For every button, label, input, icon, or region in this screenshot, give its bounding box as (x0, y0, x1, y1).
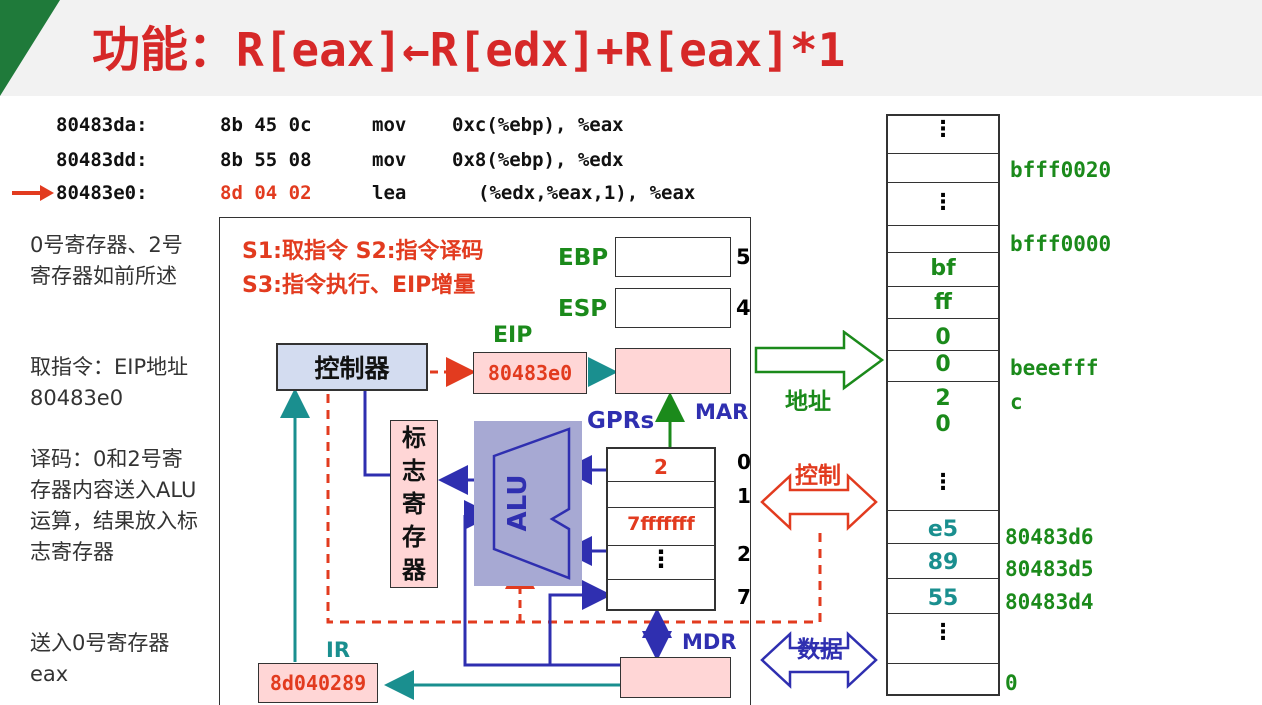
mem-addr-bfff0000: bfff0000 (1010, 232, 1112, 256)
ebp-number: 5 (736, 245, 751, 269)
gpr-r2-value: 7fffffff (627, 513, 695, 535)
flags-char-1: 标 (402, 423, 426, 452)
gprs-label: GPRs (587, 408, 655, 434)
ebp-register (615, 237, 731, 277)
mem-addr-80483d4: 80483d4 (1005, 590, 1094, 614)
eip-register: 80483e0 (473, 352, 587, 394)
memory-cell-divider (886, 153, 1000, 154)
memory-cell-divider (886, 350, 1000, 351)
mem-cell-dots-1: ⋮ (932, 117, 954, 142)
mem-addr-bfff0020: bfff0020 (1010, 158, 1112, 182)
mem-addr-c: c (1010, 390, 1023, 414)
esp-number: 4 (736, 296, 751, 320)
mem-cell-55: 55 (927, 586, 959, 611)
memory-cell-divider (886, 318, 1000, 319)
gpr-num-0: 0 (737, 450, 751, 474)
mar-label: MAR (695, 400, 749, 424)
flags-char-4: 存 (402, 522, 426, 551)
mdr-register (620, 657, 731, 698)
memory-cell-divider (886, 381, 1000, 382)
flags-register: 标 志 寄 存 器 (390, 420, 438, 588)
controller-unit: 控制器 (276, 343, 428, 391)
gpr-dots: ⋮ (649, 545, 673, 573)
mem-cell-e5: e5 (927, 517, 959, 542)
alu-label: ALU (503, 474, 533, 532)
address-bus-label: 地址 (785, 389, 831, 415)
flags-char-3: 寄 (402, 489, 426, 518)
data-bus-label: 数据 (797, 637, 843, 663)
memory-cell-divider (886, 578, 1000, 579)
mem-cell-89: 89 (927, 550, 959, 575)
mem-addr-80483d6: 80483d6 (1005, 525, 1094, 549)
gpr-divider-1 (606, 481, 716, 482)
stages-line-2: S3:指令执行、EIP增量 (242, 273, 476, 298)
esp-label: ESP (558, 296, 608, 322)
mem-cell-dots-4: ⋮ (932, 620, 954, 645)
mem-cell-0a: 0 (935, 325, 951, 350)
memory-cell-divider (886, 225, 1000, 226)
mdr-label: MDR (682, 630, 737, 654)
mem-addr-80483d5: 80483d5 (1005, 557, 1094, 581)
gpr-num-7: 7 (737, 585, 751, 609)
gpr-divider-4 (606, 579, 716, 580)
gpr-divider-2 (606, 507, 716, 508)
mem-cell-bf: bf (930, 256, 956, 281)
memory-cell-divider (886, 182, 1000, 183)
ir-register: 8d040289 (258, 663, 378, 703)
mem-cell-0b: 0 (935, 352, 951, 377)
esp-register (615, 288, 731, 328)
eip-label: EIP (493, 323, 533, 348)
gpr-r0-value: 2 (654, 455, 668, 479)
memory-cell-divider (886, 510, 1000, 511)
ir-label: IR (326, 638, 350, 662)
memory-cell-divider (886, 252, 1000, 253)
mem-cell-0c: 0 (935, 412, 951, 437)
mem-cell-2: 2 (935, 386, 951, 411)
control-bus-label: 控制 (795, 463, 841, 489)
mem-addr-0: 0 (1005, 671, 1018, 695)
mem-cell-ff: ff (934, 290, 952, 315)
memory-cell-divider (886, 663, 1000, 664)
flags-char-5: 器 (402, 555, 426, 584)
gpr-num-1: 1 (737, 484, 751, 508)
mem-addr-beeefff: beeefff (1010, 356, 1099, 380)
memory-cell-divider (886, 286, 1000, 287)
memory-cell-divider (886, 543, 1000, 544)
stages-line-1: S1:取指令 S2:指令译码 (242, 239, 484, 264)
gpr-num-2: 2 (737, 542, 751, 566)
mem-cell-dots-3: ⋮ (932, 470, 954, 495)
mar-register (615, 348, 731, 394)
mem-cell-dots-2: ⋮ (932, 190, 954, 215)
memory-cell-divider (886, 613, 1000, 614)
ebp-label: EBP (558, 245, 609, 271)
flags-char-2: 志 (402, 456, 426, 485)
